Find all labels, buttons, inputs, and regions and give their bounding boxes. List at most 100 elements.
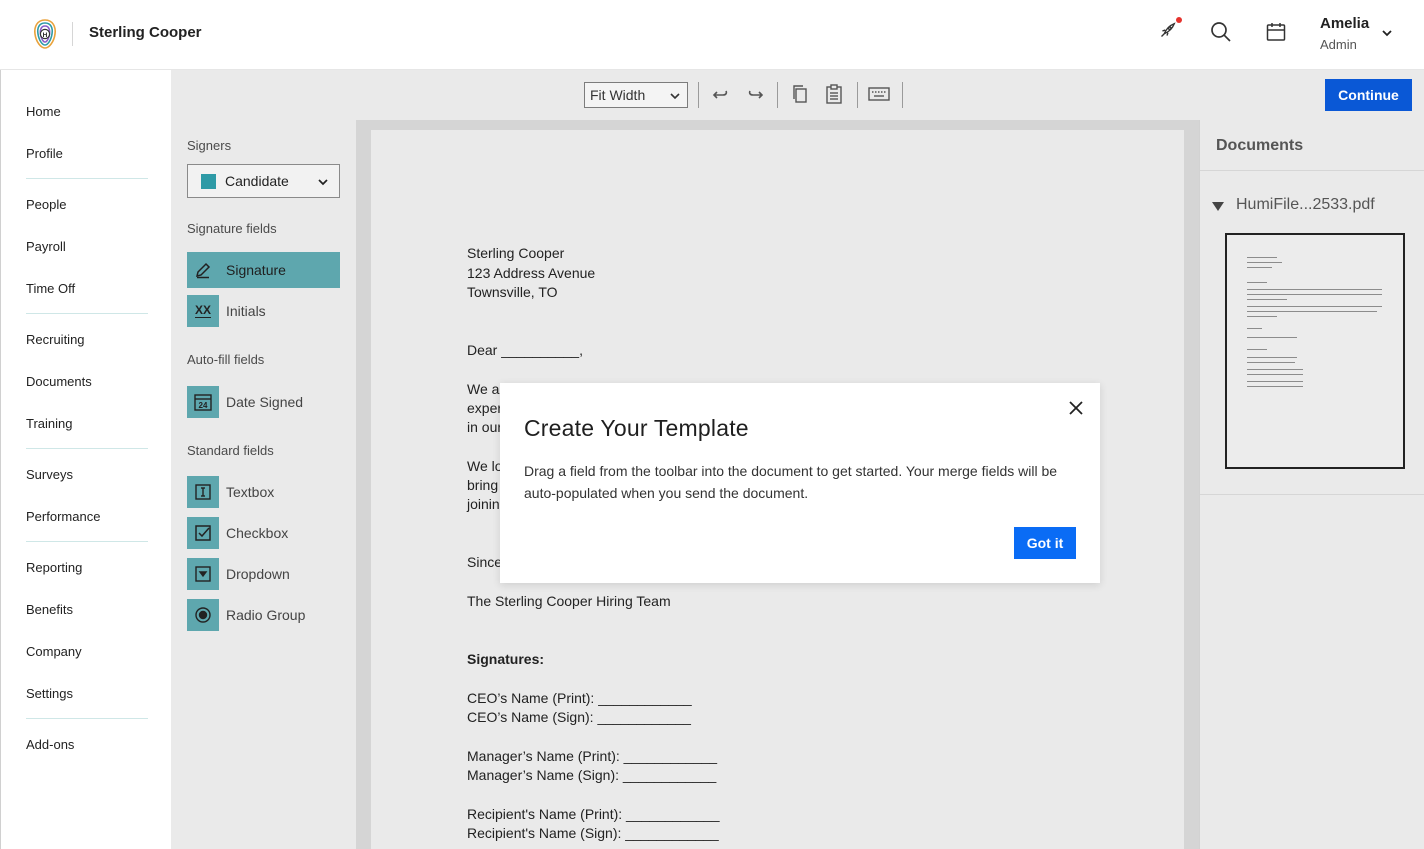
toolbar-divider <box>902 82 903 108</box>
calendar-icon[interactable] <box>1264 20 1288 44</box>
continue-button[interactable]: Continue <box>1325 79 1412 111</box>
sidebar-item-people[interactable]: People <box>26 197 66 212</box>
field-date-signed[interactable]: 24 Date Signed <box>187 384 340 420</box>
doc-text: CEO’s Name (Print): ____________ <box>467 690 692 706</box>
create-template-modal: Create Your Template Drag a field from t… <box>500 383 1100 583</box>
redo-icon[interactable] <box>745 84 765 104</box>
sidebar-item-company[interactable]: Company <box>26 644 82 659</box>
undo-icon[interactable] <box>711 84 731 104</box>
doc-text: Sterling Cooper <box>467 245 565 261</box>
field-label: Date Signed <box>226 394 304 410</box>
sidebar-item-settings[interactable]: Settings <box>26 686 73 701</box>
user-name[interactable]: Amelia <box>1320 15 1369 32</box>
sidebar-item-time-off[interactable]: Time Off <box>26 281 75 296</box>
copy-icon[interactable] <box>790 84 810 104</box>
nav-divider <box>26 718 148 719</box>
toolbar-divider <box>857 82 858 108</box>
doc-text: CEO’s Name (Sign): ____________ <box>467 709 691 725</box>
close-icon[interactable] <box>1067 399 1085 417</box>
field-radio-group[interactable]: Radio Group <box>187 597 340 633</box>
field-label: Dropdown <box>226 566 290 582</box>
autofill-fields-label: Auto-fill fields <box>187 352 265 367</box>
standard-fields-label: Standard fields <box>187 443 274 458</box>
signature-fields-label: Signature fields <box>187 221 277 236</box>
got-it-button[interactable]: Got it <box>1014 527 1076 559</box>
sidebar-item-recruiting[interactable]: Recruiting <box>26 332 85 347</box>
panel-divider <box>1200 494 1424 495</box>
textbox-icon <box>187 476 219 508</box>
doc-text: The Sterling Cooper Hiring Team <box>467 593 671 609</box>
sidebar-item-home[interactable]: Home <box>26 104 61 119</box>
modal-body: Drag a field from the toolbar into the d… <box>524 463 1058 501</box>
signer-color-swatch <box>201 174 216 189</box>
document-thumbnail[interactable] <box>1225 233 1405 469</box>
notification-dot <box>1176 17 1182 23</box>
sidebar-item-profile[interactable]: Profile <box>26 146 63 161</box>
signers-label: Signers <box>187 138 232 153</box>
pen-icon <box>187 254 219 286</box>
doc-text: in our <box>467 419 503 435</box>
doc-text: exper <box>467 400 503 416</box>
documents-title: Documents <box>1216 137 1304 154</box>
panel-divider <box>1200 170 1424 171</box>
nav-divider <box>26 178 148 179</box>
field-dropdown[interactable]: Dropdown <box>187 556 340 592</box>
nav-divider <box>26 448 148 449</box>
modal-title: Create Your Template <box>524 415 749 441</box>
sidebar-item-surveys[interactable]: Surveys <box>26 467 73 482</box>
doc-text: Townsville, TO <box>467 284 558 300</box>
sidebar-nav: Home Profile People Payroll Time Off Rec… <box>0 70 171 849</box>
doc-text: Recipient's Name (Print): ____________ <box>467 806 720 822</box>
doc-text: We a <box>467 381 500 397</box>
sidebar-item-benefits[interactable]: Benefits <box>26 602 73 617</box>
caret-down-icon[interactable] <box>1212 202 1224 212</box>
radio-icon <box>187 599 219 631</box>
checkbox-icon <box>187 517 219 549</box>
field-label: Signature <box>226 262 286 278</box>
zoom-select[interactable]: Fit Width <box>584 82 688 108</box>
company-name: Sterling Cooper <box>89 24 202 41</box>
chevron-down-icon <box>318 179 328 186</box>
field-label: Initials <box>226 303 266 319</box>
doc-text: Manager’s Name (Sign): ____________ <box>467 767 717 783</box>
doc-text: Manager’s Name (Print): ____________ <box>467 748 718 764</box>
doc-text: Since <box>467 554 503 570</box>
doc-text: bring <box>467 477 499 493</box>
doc-text: 123 Address Avenue <box>467 265 596 281</box>
sidebar-item-reporting[interactable]: Reporting <box>26 560 82 575</box>
brand-divider <box>72 22 73 46</box>
dropdown-icon <box>187 558 219 590</box>
doc-text: Recipient's Name (Sign): ____________ <box>467 825 719 841</box>
nav-divider <box>26 541 148 542</box>
date-icon: 24 <box>187 386 219 418</box>
chevron-down-icon[interactable] <box>1380 26 1394 40</box>
keyboard-icon[interactable] <box>868 84 890 104</box>
field-label: Checkbox <box>226 525 289 541</box>
doc-text: joinin <box>467 496 500 512</box>
sidebar-item-payroll[interactable]: Payroll <box>26 239 66 254</box>
field-initials[interactable]: XX Initials <box>187 293 340 329</box>
documents-panel: Documents HumiFile...2533.pdf <box>1199 120 1424 849</box>
toolbar-divider <box>777 82 778 108</box>
svg-text:24: 24 <box>199 401 208 410</box>
field-signature[interactable]: Signature <box>187 252 340 288</box>
field-textbox[interactable]: Textbox <box>187 474 340 510</box>
document-file-name[interactable]: HumiFile...2533.pdf <box>1236 196 1375 214</box>
signer-select[interactable]: Candidate <box>187 164 340 198</box>
sidebar-item-performance[interactable]: Performance <box>26 509 100 524</box>
company-logo[interactable]: H <box>32 18 58 50</box>
chevron-down-icon <box>670 93 680 100</box>
search-icon[interactable] <box>1209 20 1233 44</box>
sidebar-item-training[interactable]: Training <box>26 416 72 431</box>
zoom-value: Fit Width <box>590 87 646 103</box>
doc-text: Dear __________, <box>467 342 583 358</box>
paste-icon[interactable] <box>824 84 844 104</box>
rocket-icon[interactable] <box>1156 17 1182 44</box>
doc-heading: Signatures: <box>467 651 545 667</box>
svg-text:H: H <box>43 32 48 39</box>
field-checkbox[interactable]: Checkbox <box>187 515 340 551</box>
sidebar-item-documents[interactable]: Documents <box>26 374 92 389</box>
sidebar-item-add-ons[interactable]: Add-ons <box>26 737 74 752</box>
toolbar-divider <box>698 82 699 108</box>
field-label: Radio Group <box>226 607 306 623</box>
